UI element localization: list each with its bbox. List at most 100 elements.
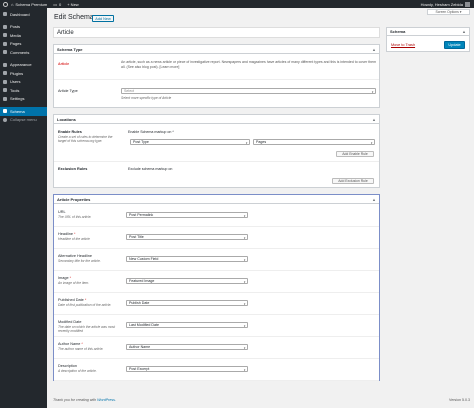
property-label: Published Date * <box>58 298 86 302</box>
select-value: Post Type <box>133 140 149 144</box>
schema-type-description: An article, such as a news article or pi… <box>121 60 376 69</box>
property-label: Image * <box>58 276 71 280</box>
collapse-arrow-icon[interactable]: ▲ <box>372 197 376 202</box>
wordpress-link[interactable]: WordPress. <box>97 398 116 402</box>
publish-box: Schema ▲ Move to Trash Update <box>386 27 470 52</box>
footer-version: Version 5.0.3 <box>449 398 470 402</box>
property-description: The URL of this article. <box>58 215 92 219</box>
schema-type-header[interactable]: Schema Type ▲ <box>54 45 379 54</box>
page-icon <box>3 41 7 46</box>
sidebar-item-label: Comments <box>10 49 30 55</box>
add-new-button[interactable]: Add New <box>92 15 114 22</box>
sidebar-item-posts[interactable]: Posts <box>0 23 47 32</box>
pin-icon <box>3 24 7 29</box>
pages-select[interactable]: Pages ▾ <box>253 139 375 145</box>
select-value: Post Permalink <box>129 213 154 217</box>
select-value: Select <box>124 89 134 93</box>
property-label-text: Headline <box>58 232 73 236</box>
sidebar-item-plugins[interactable]: Plugins <box>0 69 47 78</box>
home-icon: ⌂ <box>11 1 14 7</box>
comments-link[interactable]: ▭ 0 <box>50 0 64 8</box>
enable-rules-description: Create a set of rules to determine the t… <box>58 135 113 143</box>
collapse-menu-button[interactable]: Collapse menu <box>0 116 47 125</box>
dashboard-icon <box>3 12 7 17</box>
comment-bubble-icon: ▭ <box>53 1 57 7</box>
footer-thanks-text: Thank you for creating with <box>53 398 97 402</box>
article-properties-header[interactable]: Article Properties ▲ <box>54 195 379 204</box>
chevron-down-icon: ▾ <box>370 141 373 145</box>
select-value: Featured Image <box>129 279 155 283</box>
sidebar-item-label: Pages <box>10 41 22 47</box>
article-type-select[interactable]: Select ▾ <box>121 88 376 94</box>
property-description: Date of first publication of the article… <box>58 303 112 307</box>
schema-type-box: Schema Type ▲ Article An article, such a… <box>53 44 380 108</box>
chevron-down-icon: ▾ <box>243 214 246 218</box>
update-button[interactable]: Update <box>444 41 465 49</box>
sidebar-item-label: Plugins <box>10 70 24 76</box>
required-marker: * <box>68 276 72 280</box>
sidebar-item-label: Schema <box>10 108 25 114</box>
plugin-icon <box>3 71 7 76</box>
property-source-select[interactable]: Post Title ▾ <box>126 234 248 240</box>
admin-bar: ⌂ Schema Premium ▭ 0 + New Howdy, Hesham… <box>0 0 474 8</box>
chevron-down-icon: ▾ <box>243 368 246 372</box>
property-label: URL <box>58 210 66 214</box>
title-input[interactable]: Article <box>53 27 380 38</box>
sidebar-item-schema[interactable]: Schema <box>0 107 47 116</box>
property-label: Author Name * <box>58 342 83 346</box>
box-title: Article Properties <box>57 196 91 202</box>
new-content-link[interactable]: + New <box>64 0 81 8</box>
select-value: Publish Date <box>129 301 150 305</box>
sidebar-item-label: Collapse menu <box>10 117 37 123</box>
property-row: Description A description of the article.… <box>54 359 379 381</box>
locations-header[interactable]: Locations ▲ <box>54 115 379 124</box>
sidebar-item-users[interactable]: Users <box>0 78 47 87</box>
select-value: Post Title <box>129 235 144 239</box>
property-label-text: URL <box>58 210 66 214</box>
collapse-arrow-icon[interactable]: ▲ <box>462 29 466 34</box>
property-label: Description <box>58 364 77 368</box>
sidebar-item-label: Appearance <box>10 62 32 68</box>
publish-box-header[interactable]: Schema ▲ <box>387 28 469 36</box>
sidebar-item-label: Users <box>10 79 21 85</box>
comments-count: 0 <box>59 1 62 7</box>
move-to-trash-link[interactable]: Move to Trash <box>391 43 415 47</box>
site-name-link[interactable]: ⌂ Schema Premium <box>8 0 50 8</box>
chevron-down-icon: ▾ <box>243 302 246 306</box>
property-source-select[interactable]: Post Excerpt ▾ <box>126 366 248 372</box>
comment-icon <box>3 50 7 55</box>
sidebar-item-settings[interactable]: Settings <box>0 95 47 104</box>
sidebar-item-appearance[interactable]: Appearance <box>0 61 47 70</box>
box-title: Schema Type <box>57 46 83 52</box>
account-menu[interactable]: Howdy, Hesham Zebida <box>421 1 474 7</box>
required-marker: * <box>73 232 76 236</box>
property-source-select[interactable]: Post Permalink ▾ <box>126 212 248 218</box>
collapse-arrow-icon[interactable]: ▲ <box>372 117 376 122</box>
collapse-icon <box>3 117 7 122</box>
property-source-select[interactable]: Publish Date ▾ <box>126 300 248 306</box>
required-marker: * <box>80 342 83 346</box>
property-source-select[interactable]: Featured Image ▾ <box>126 278 248 284</box>
new-content-label: + New <box>67 1 79 7</box>
sidebar-item-pages[interactable]: Pages <box>0 40 47 49</box>
screen-options-button[interactable]: Screen Options ▾ <box>427 9 470 15</box>
post-type-select[interactable]: Post Type ▾ <box>130 139 250 145</box>
property-source-select[interactable]: New Custom Field ▾ <box>126 256 248 262</box>
sidebar-item-comments[interactable]: Comments <box>0 48 47 57</box>
avatar <box>465 1 470 7</box>
sidebar-item-media[interactable]: Media <box>0 31 47 40</box>
sidebar-item-label: Posts <box>10 24 21 30</box>
chevron-down-icon: ▾ <box>243 280 246 284</box>
article-type-label: Article Type <box>58 89 78 93</box>
property-source-select[interactable]: Last Modified Date ▾ <box>126 322 248 328</box>
exclude-text: Exclude schema markup on <box>128 167 173 171</box>
property-row: Author Name * The author name of this art… <box>54 337 379 359</box>
add-exclusion-rule-button[interactable]: Add Exclusion Rule <box>332 178 374 184</box>
sidebar-item-tools[interactable]: Tools <box>0 86 47 95</box>
add-enable-rule-button[interactable]: Add Enable Rule <box>336 151 374 157</box>
collapse-arrow-icon[interactable]: ▲ <box>372 47 376 52</box>
sidebar-item-dashboard[interactable]: Dashboard <box>0 10 47 19</box>
property-source-select[interactable]: Author Name ▾ <box>126 344 248 350</box>
box-title: Schema <box>390 29 406 34</box>
property-row: Published Date * Date of first publicatio… <box>54 293 379 315</box>
